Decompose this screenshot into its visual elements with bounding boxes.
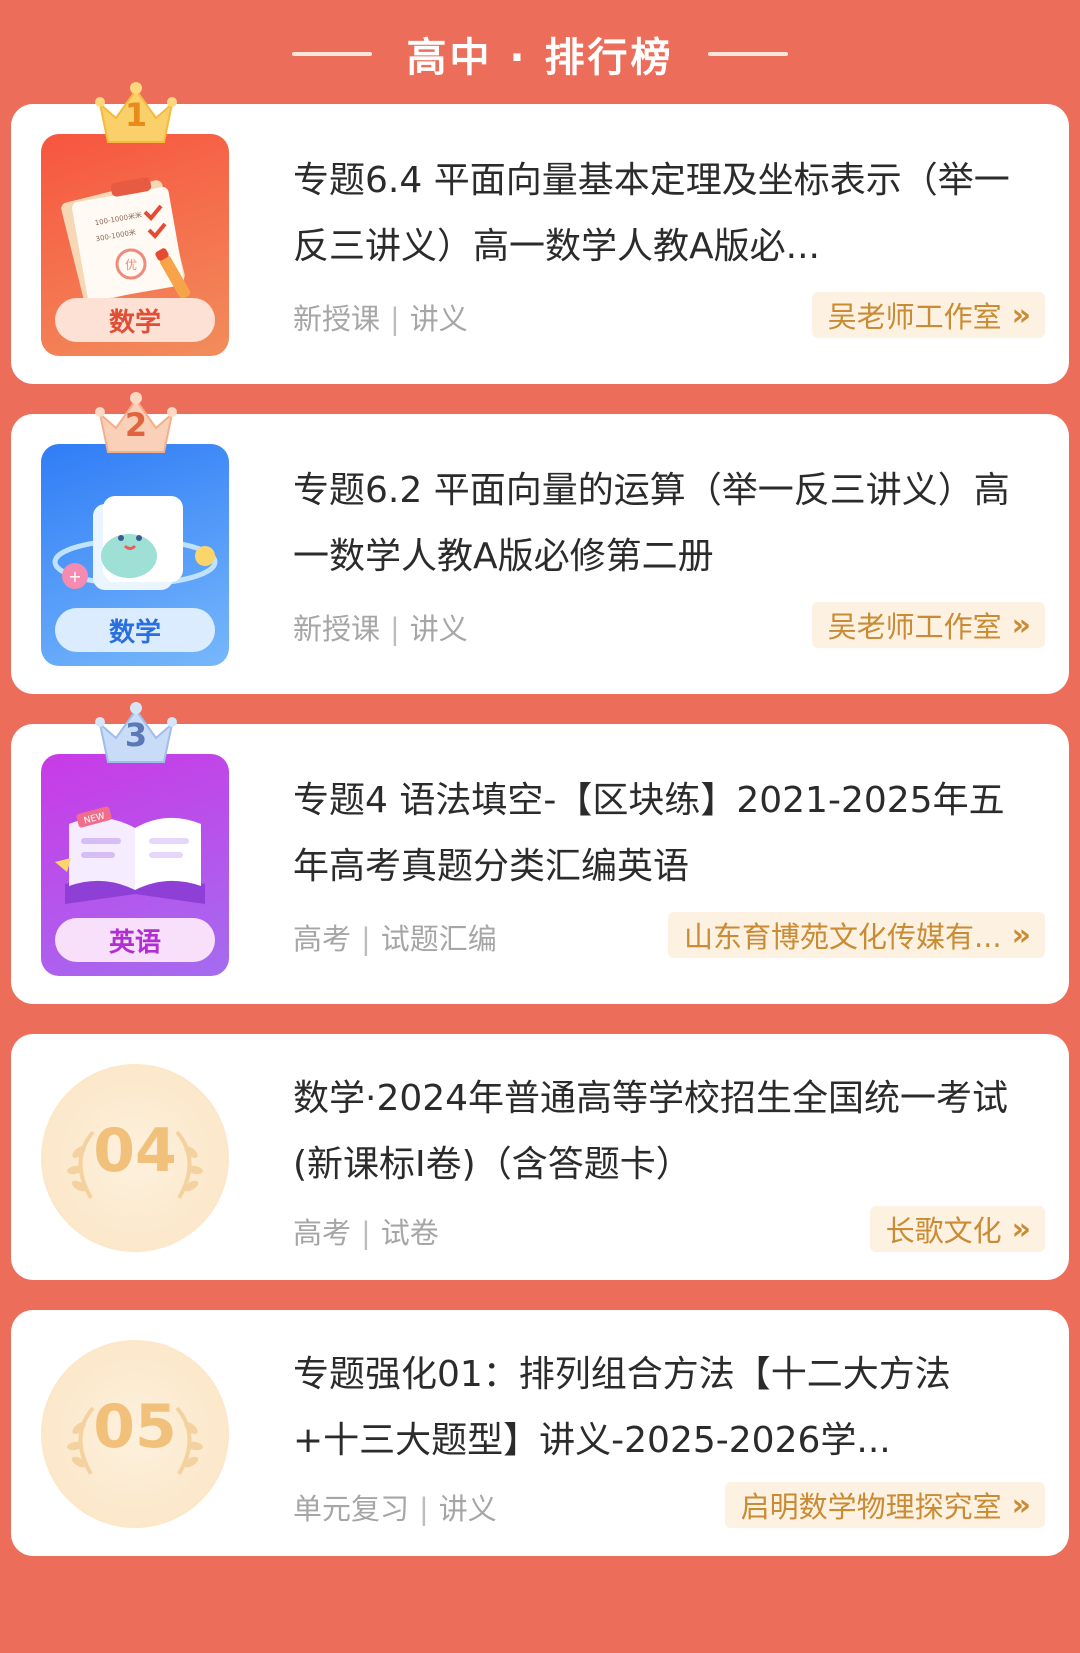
meta-tag-2: 试卷 <box>380 1216 439 1250</box>
meta-separator: | <box>390 612 400 646</box>
resource-title[interactable]: 数学·2024年普通高等学校招生全国统一考试(新课标I卷)（含答题卡） <box>293 1066 1011 1198</box>
resource-title[interactable]: 专题6.2 平面向量的运算（举一反三讲义）高一数学人教A版必修第二册 <box>293 458 1011 590</box>
ranking-card-4[interactable]: 04 数学·2024年普通高等学校招生全国统一考试(新课标I卷)（含答题卡） 高… <box>11 1034 1069 1280</box>
resource-title[interactable]: 专题6.4 平面向量基本定理及坐标表示（举一反三讲义）高一数学人教A版必... <box>293 148 1011 280</box>
author-link[interactable]: 长歌文化 » <box>869 1206 1045 1252</box>
resource-meta: 新授课 | 讲义 <box>293 296 468 338</box>
meta-separator: | <box>390 302 400 336</box>
author-link[interactable]: 启明数学物理探究室 » <box>724 1482 1045 1528</box>
meta-tag-2: 试题汇编 <box>380 922 497 956</box>
resource-meta: 高考 | 试卷 <box>293 1210 439 1252</box>
author-link[interactable]: 吴老师工作室 » <box>811 292 1045 338</box>
author-link[interactable]: 吴老师工作室 » <box>811 602 1045 648</box>
svg-text:+: + <box>68 567 81 586</box>
thumbnail-english-3: NEW 英语 <box>41 754 229 976</box>
author-name: 吴老师工作室 <box>827 610 1002 644</box>
laurel-icon <box>175 1406 203 1476</box>
subject-tag: 数学 <box>55 608 215 652</box>
ranking-card-5[interactable]: 05 专题强化01：排列组合方法【十二大方法+十三大题型】讲义-2025-202… <box>11 1310 1069 1556</box>
meta-tag-2: 讲义 <box>409 612 468 646</box>
thumbnail-math-2: + 数学 <box>41 444 229 666</box>
resource-title[interactable]: 专题4 语法填空-【区块练】2021-2025年五年高考真题分类汇编英语 <box>293 768 1011 900</box>
meta-tag-2: 讲义 <box>438 1492 497 1526</box>
meta-tag-1: 新授课 <box>293 612 381 646</box>
rank-number: 2 <box>124 406 148 444</box>
rank-number: 3 <box>124 716 148 754</box>
ranking-card-2[interactable]: + 数学 2 专题6.2 平面向量的运算（举一反三讲义）高一数学人教A版必修第二… <box>11 392 1069 694</box>
ranking-card-3[interactable]: NEW 英语 3 专题4 语法填空-【区块练】2021-2025年五年高考真题分… <box>11 702 1069 1004</box>
author-name: 启明数学物理探究室 <box>740 1490 1002 1524</box>
meta-tag-2: 讲义 <box>409 302 468 336</box>
meta-separator: | <box>361 922 371 956</box>
double-chevron-right-icon: » <box>1011 917 1031 953</box>
resource-meta: 新授课 | 讲义 <box>293 606 468 648</box>
grade-stamp: 优 <box>125 258 137 272</box>
author-name: 山东育博苑文化传媒有... <box>683 920 1002 954</box>
double-chevron-right-icon: » <box>1011 1487 1031 1523</box>
author-link[interactable]: 山东育博苑文化传媒有... » <box>667 912 1045 958</box>
meta-tag-1: 单元复习 <box>293 1492 410 1526</box>
rank-badge: 05 <box>41 1340 229 1528</box>
subject-tag: 数学 <box>55 298 215 342</box>
subject-tag: 英语 <box>55 918 215 962</box>
double-chevron-right-icon: » <box>1011 1211 1031 1247</box>
meta-separator: | <box>361 1216 371 1250</box>
crown-icon: 3 <box>94 700 178 770</box>
ranking-title: 高中 · 排行榜 <box>406 35 674 81</box>
resource-title[interactable]: 专题强化01：排列组合方法【十二大方法+十三大题型】讲义-2025-2026学.… <box>293 1342 1011 1474</box>
meta-tag-1: 高考 <box>293 922 352 956</box>
resource-meta: 单元复习 | 讲义 <box>293 1486 497 1528</box>
ranking-card-1[interactable]: 100-1000米米 300-1000米 优 数学 1 专题6.4 平面向量基本… <box>11 82 1069 384</box>
crown-icon: 2 <box>94 390 178 460</box>
rank-badge: 04 <box>41 1064 229 1252</box>
rank-number: 1 <box>124 96 148 134</box>
meta-tag-1: 新授课 <box>293 302 381 336</box>
double-chevron-right-icon: » <box>1011 607 1031 643</box>
crown-icon: 1 <box>94 80 178 150</box>
author-name: 吴老师工作室 <box>827 300 1002 334</box>
author-name: 长歌文化 <box>885 1214 1002 1248</box>
meta-separator: | <box>419 1492 429 1526</box>
header-line-right <box>707 52 788 56</box>
laurel-icon <box>175 1130 203 1200</box>
resource-meta: 高考 | 试题汇编 <box>293 916 497 958</box>
header-line-left <box>292 52 373 56</box>
meta-tag-1: 高考 <box>293 1216 352 1250</box>
thumbnail-math-1: 100-1000米米 300-1000米 优 数学 <box>41 134 229 356</box>
double-chevron-right-icon: » <box>1011 297 1031 333</box>
